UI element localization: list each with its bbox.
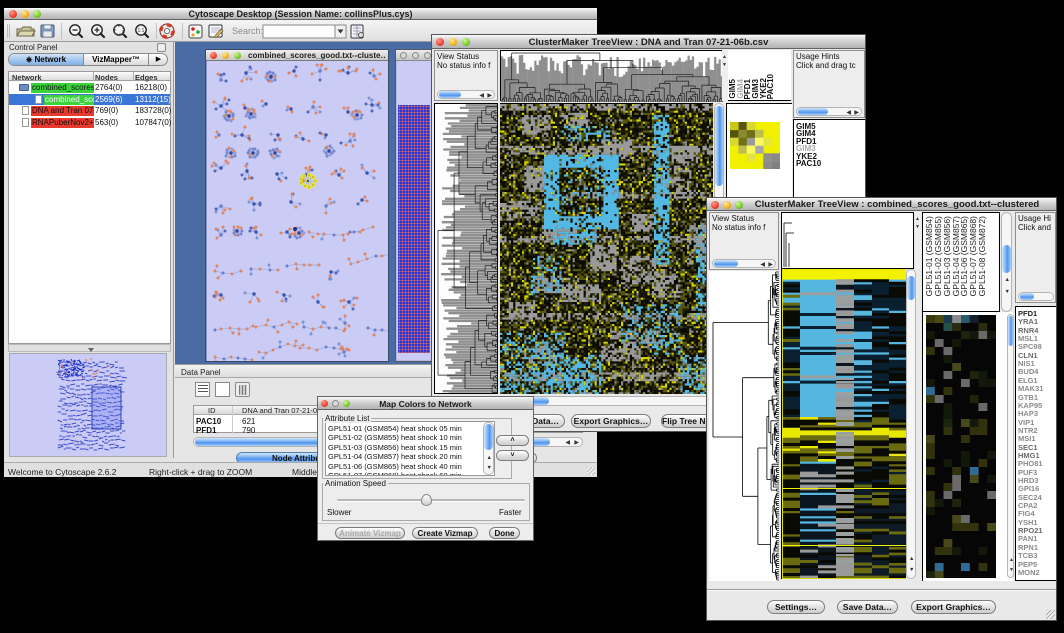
svg-text:1:1: 1:1	[138, 28, 145, 34]
svg-text:Search:: Search:	[232, 26, 263, 36]
